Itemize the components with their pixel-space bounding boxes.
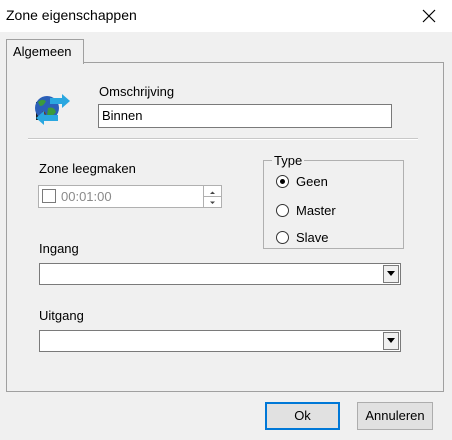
time-spinner <box>203 186 221 207</box>
spin-down-button[interactable] <box>204 196 221 206</box>
separator <box>28 138 418 140</box>
output-label: Uitgang <box>39 308 84 323</box>
title-bar: Zone eigenschappen <box>0 0 452 32</box>
close-icon <box>422 9 436 23</box>
chevron-down-icon <box>387 271 395 276</box>
clear-zone-time-value: 00:01:00 <box>61 189 112 204</box>
chevron-down-icon <box>210 201 215 204</box>
radio-geen-label[interactable]: Geen <box>296 174 328 189</box>
tab-algemeen[interactable]: Algemeen <box>6 39 84 64</box>
radio-slave-label[interactable]: Slave <box>296 230 329 245</box>
close-button[interactable] <box>406 0 452 32</box>
radio-master-label[interactable]: Master <box>296 203 336 218</box>
clear-zone-checkbox[interactable] <box>42 189 56 203</box>
radio-geen[interactable] <box>276 175 289 188</box>
input-dropdown-button[interactable] <box>383 265 399 283</box>
tab-label: Algemeen <box>13 44 72 59</box>
radio-master[interactable] <box>276 204 289 217</box>
description-input[interactable]: Binnen <box>98 104 392 128</box>
clear-zone-label: Zone leegmaken <box>39 161 136 176</box>
input-dropdown[interactable] <box>39 263 401 285</box>
description-value: Binnen <box>102 108 143 123</box>
output-dropdown-button[interactable] <box>383 332 399 350</box>
zone-properties-dialog: Zone eigenschappen Algemeen Omschrijving… <box>0 0 452 440</box>
type-group-title: Type <box>272 153 305 168</box>
cancel-button[interactable]: Annuleren <box>357 402 433 430</box>
input-label: Ingang <box>39 241 79 256</box>
chevron-down-icon <box>387 338 395 343</box>
globe-arrows-icon <box>35 94 70 125</box>
clear-zone-time-picker: 00:01:00 <box>38 185 222 208</box>
window-title: Zone eigenschappen <box>6 7 137 23</box>
ok-button[interactable]: Ok <box>265 402 340 430</box>
output-dropdown[interactable] <box>39 330 401 352</box>
radio-slave[interactable] <box>276 231 289 244</box>
description-label: Omschrijving <box>99 84 175 99</box>
